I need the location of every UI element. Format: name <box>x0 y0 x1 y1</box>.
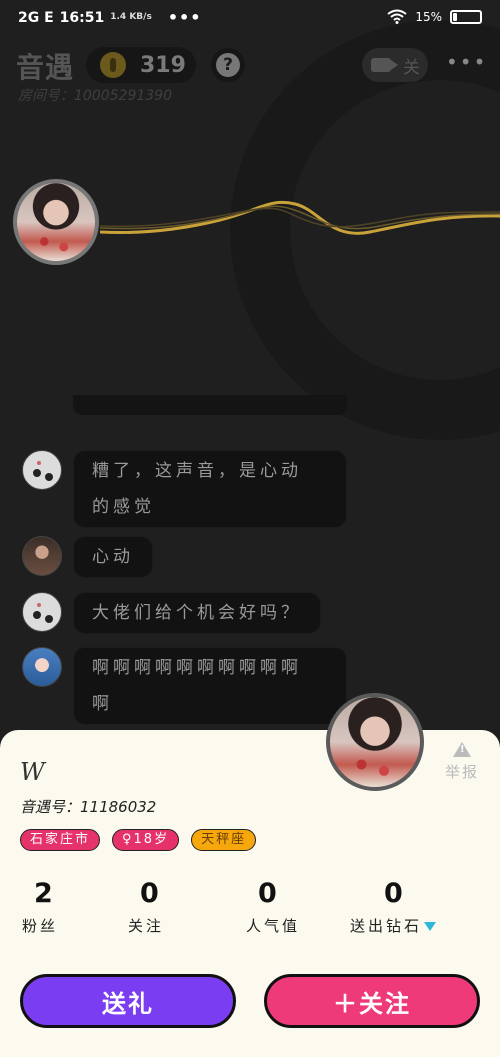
video-camera-icon <box>371 58 398 72</box>
voice-waveform <box>100 200 500 235</box>
wifi-icon <box>387 9 407 24</box>
status-right: 15% <box>387 9 482 24</box>
chat-bubble-partial <box>73 395 347 415</box>
network-indicator: 2G E <box>18 9 54 26</box>
room-header: 音遇 319 ? 房间号：10005291390 关 ••• <box>0 40 500 110</box>
stat-label: 送出钻石 <box>350 917 423 935</box>
profile-stats: 2 粉丝 0 关注 0 人气值 0 送出钻石 <box>0 878 500 948</box>
profile-avatar[interactable] <box>326 693 424 791</box>
room-number: 房间号：10005291390 <box>18 88 172 104</box>
net-speed: 1.4 KB/s <box>110 12 152 22</box>
diamond-icon <box>424 922 437 931</box>
user-id: 音遇号：11186032 <box>20 798 157 816</box>
zodiac-tag: 天秤座 <box>191 829 257 851</box>
stat-popularity[interactable]: 0 人气值 <box>246 878 356 936</box>
city-tag: 石家庄市 <box>20 829 101 851</box>
profile-card: W 音遇号：11186032 石家庄市 ♀18岁 天秤座 2 粉丝 0 关注 0… <box>0 730 500 1057</box>
stat-following[interactable]: 0 关注 <box>128 878 238 936</box>
dark-avatar[interactable] <box>22 536 62 576</box>
stat-diamonds[interactable]: 0 送出钻石 <box>350 878 490 936</box>
stat-fans[interactable]: 2 粉丝 <box>22 878 132 936</box>
stat-value: 0 <box>140 878 159 909</box>
chat-bubble: 糟了，这声音，是心动 的感觉 <box>73 450 347 528</box>
coin-count: 319 <box>140 52 186 78</box>
more-options-button[interactable]: ••• <box>446 50 487 74</box>
camera-toggle-label: 关 <box>403 57 420 78</box>
camera-toggle[interactable]: 关 <box>362 48 428 82</box>
stat-label: 粉丝 <box>22 917 59 935</box>
app-title: 音遇 <box>16 51 75 84</box>
status-bar: 2G E 16:51 1.4 KB/s ••• 15% <box>0 0 500 38</box>
stat-label-row: 送出钻石 <box>350 915 490 936</box>
report-button[interactable]: 举报 <box>444 742 480 782</box>
stat-value: 0 <box>258 878 277 909</box>
profile-tags: 石家庄市 ♀18岁 天秤座 <box>20 829 257 851</box>
stat-value: 0 <box>384 878 403 909</box>
coin-balance[interactable]: 319 <box>86 47 196 83</box>
report-label: 举报 <box>444 763 479 781</box>
chat-list[interactable]: 糟了，这声音，是心动 的感觉 心动 大佬们给个机会好吗？ 啊啊啊啊啊啊啊啊啊啊 … <box>0 395 500 735</box>
help-button[interactable]: ? <box>211 48 245 82</box>
battery-percent: 15% <box>415 9 442 24</box>
battery-icon <box>450 9 482 24</box>
stat-label: 人气值 <box>246 917 301 935</box>
chat-bubble: 大佬们给个机会好吗？ <box>73 592 321 634</box>
question-icon: ? <box>216 53 240 77</box>
chat-bubble: 心动 <box>73 536 153 578</box>
battery-fill <box>453 12 457 21</box>
chat-bubble: 啊啊啊啊啊啊啊啊啊啊 啊 <box>73 647 347 725</box>
anime-avatar[interactable] <box>22 647 62 687</box>
status-overflow-dots: ••• <box>167 8 202 27</box>
follow-button[interactable]: ＋关注 <box>264 974 480 1028</box>
status-left: 2G E 16:51 1.4 KB/s ••• <box>18 8 202 27</box>
warning-icon <box>453 742 471 757</box>
stat-value: 2 <box>34 878 53 909</box>
coin-icon <box>100 52 126 78</box>
stat-label: 关注 <box>128 917 165 935</box>
username: W <box>20 758 45 786</box>
dots-avatar[interactable] <box>22 592 62 632</box>
clock: 16:51 <box>59 9 105 26</box>
dots-avatar[interactable] <box>22 450 62 490</box>
age-gender-tag: ♀18岁 <box>112 829 180 851</box>
voice-room-screen: 2G E 16:51 1.4 KB/s ••• 15% 音遇 319 ? 房间号… <box>0 0 500 1057</box>
speaker-avatar[interactable] <box>13 179 99 265</box>
send-gift-button[interactable]: 送礼 <box>20 974 236 1028</box>
